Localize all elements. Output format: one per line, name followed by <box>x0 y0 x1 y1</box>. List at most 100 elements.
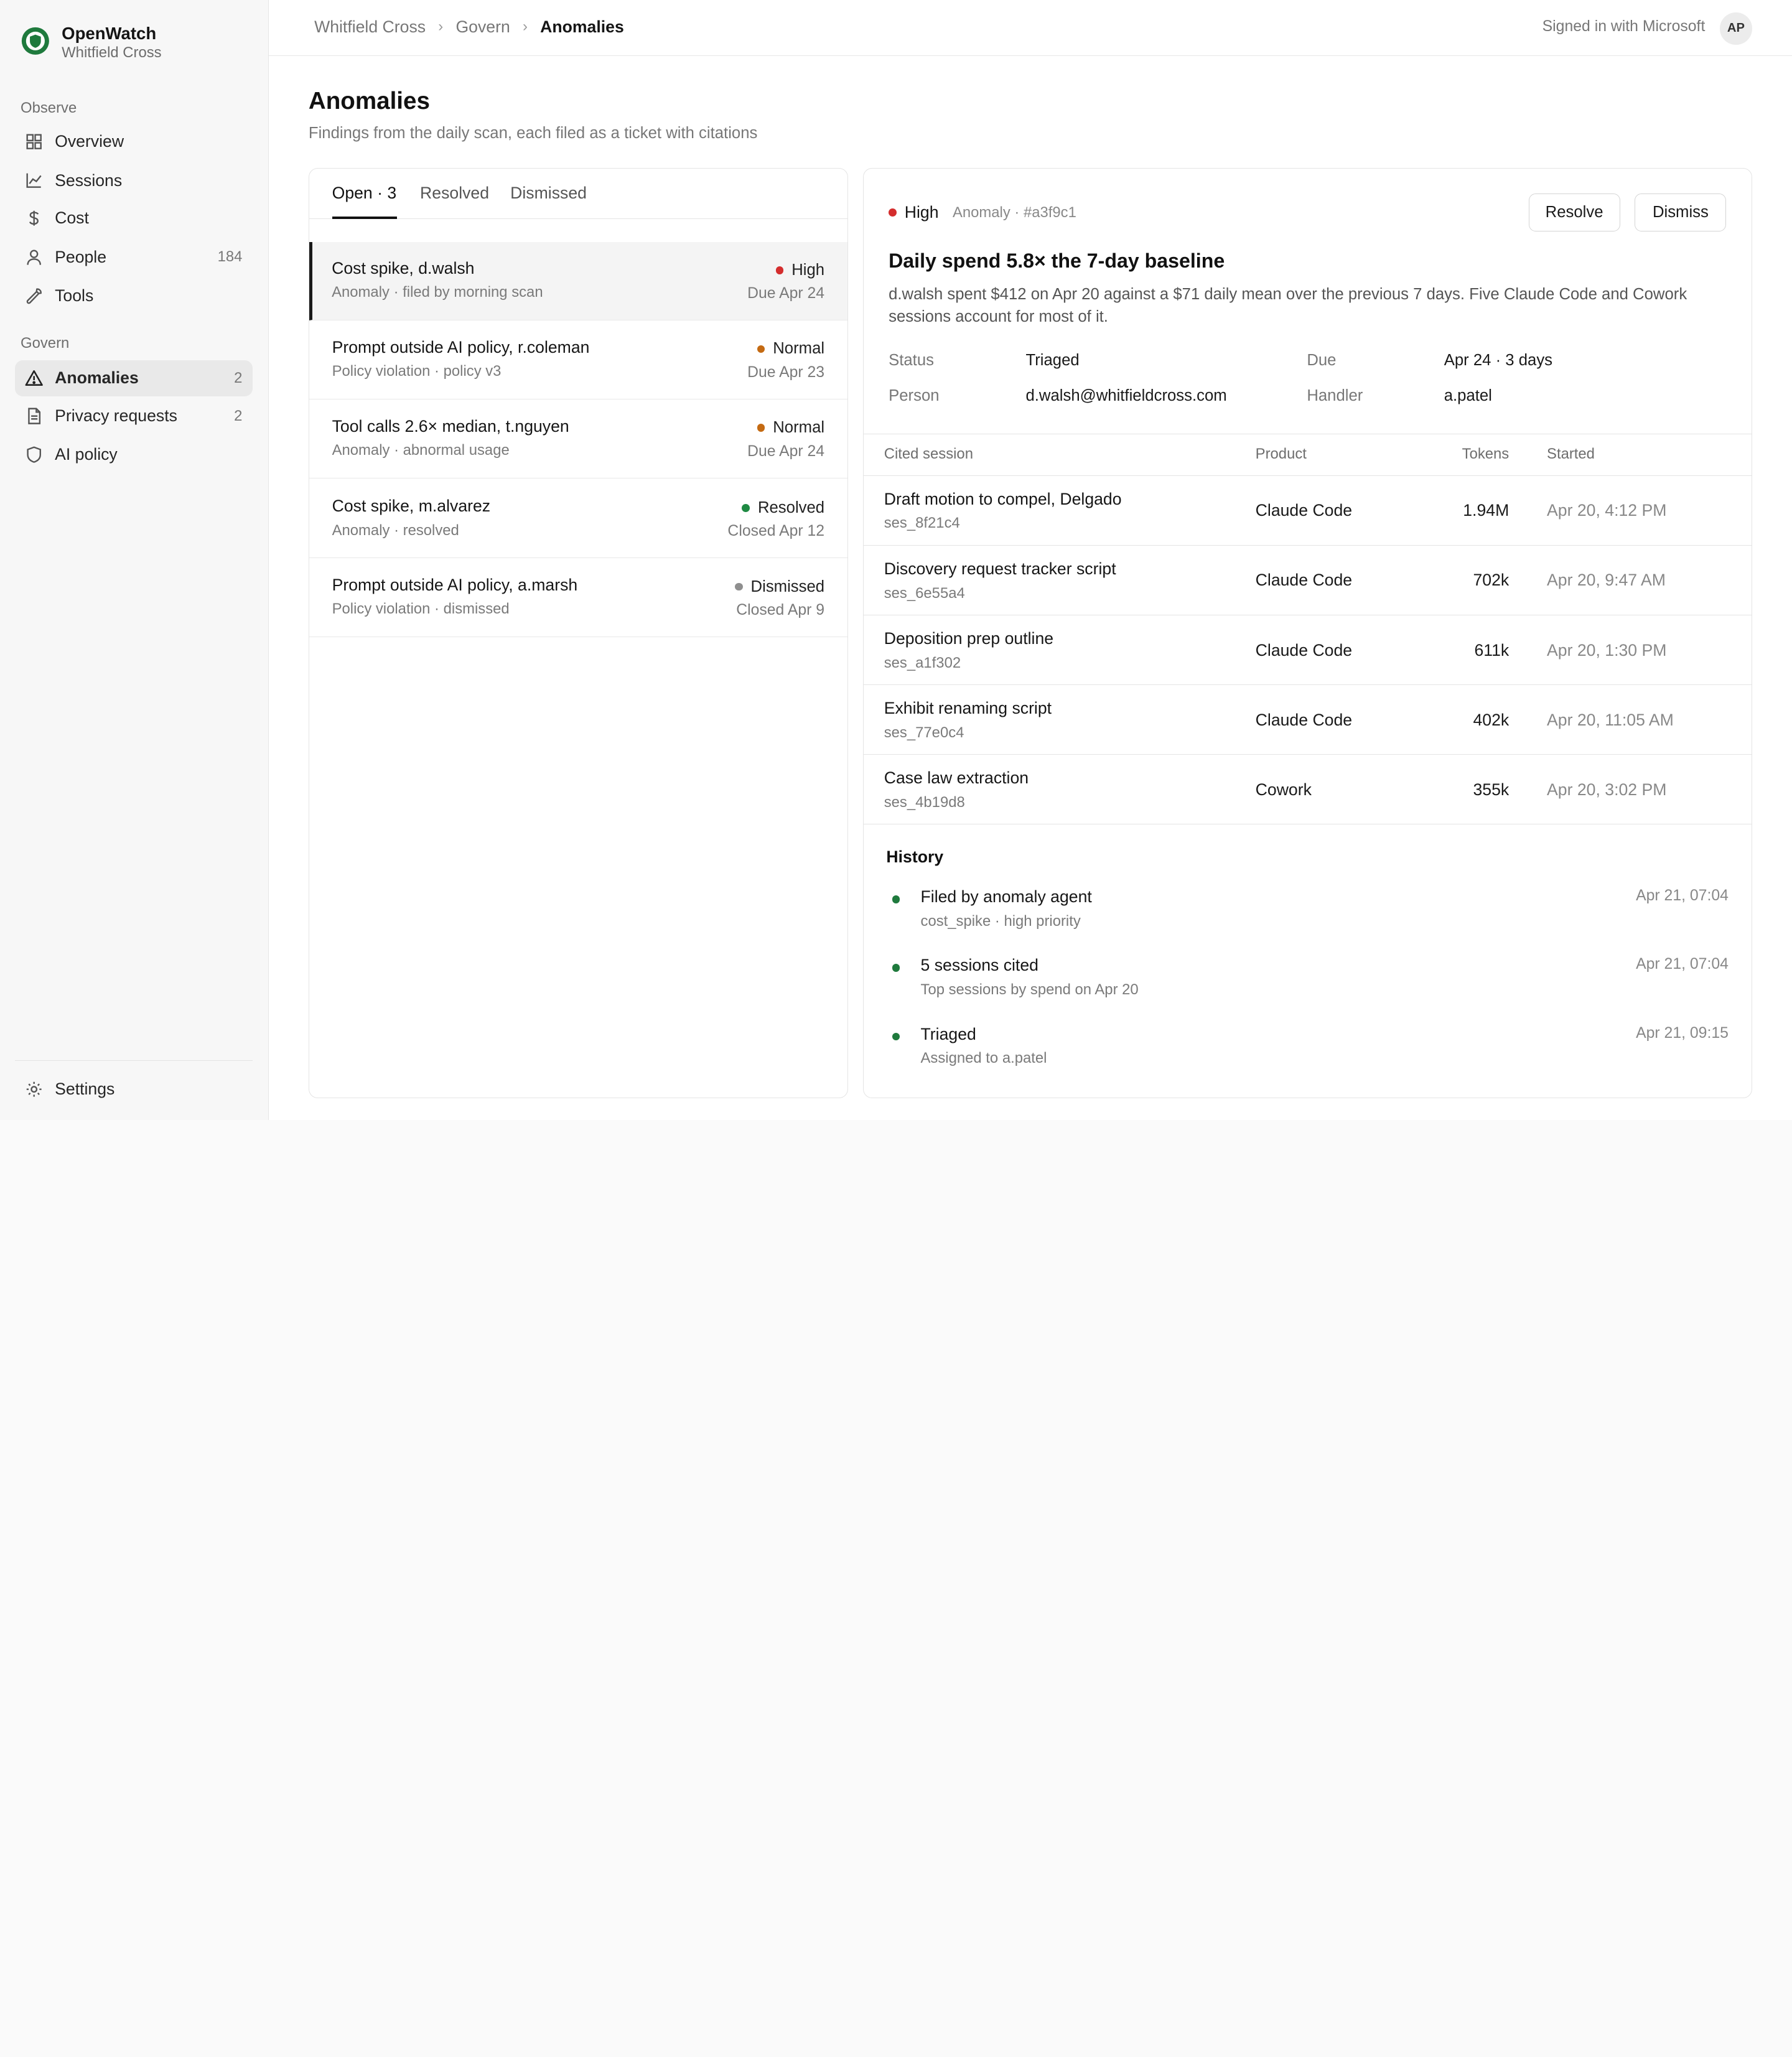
session-started: Apr 20, 1:30 PM <box>1547 640 1667 660</box>
sidebar-item-cost[interactable]: Cost <box>15 200 253 236</box>
session-started: Apr 20, 9:47 AM <box>1547 571 1666 590</box>
page-subtitle: Findings from the daily scan, each filed… <box>308 124 758 142</box>
status-dot-icon <box>775 266 784 274</box>
person-value: d.walsh@whitfieldcross.com <box>1025 386 1227 404</box>
session-product: Claude Code <box>1255 640 1353 660</box>
resolve-button[interactable]: Resolve <box>1528 194 1620 231</box>
session-title: Case law extraction <box>884 768 1029 788</box>
session-title: Exhibit renaming script <box>884 699 1052 718</box>
session-title: Discovery request tracker script <box>884 559 1116 579</box>
ticket-status-label: High <box>791 261 825 279</box>
ticket-row[interactable]: Cost spike, d.walsh Anomaly · filed by m… <box>309 241 847 321</box>
session-started: Apr 20, 3:02 PM <box>1547 780 1667 799</box>
chevron-right-icon: › <box>438 18 444 35</box>
session-id: ses_a1f302 <box>884 654 961 671</box>
wrench-icon <box>25 287 43 305</box>
history-title: History <box>886 847 944 866</box>
session-tokens: 402k <box>1473 710 1510 729</box>
status-label: Status <box>889 351 934 369</box>
ticket-status-label: Normal <box>773 419 825 437</box>
sidebar-item-privacy-requests[interactable]: Privacy requests 2 <box>15 398 253 434</box>
history-item-title: Triaged <box>920 1024 976 1043</box>
sidebar-item-overview[interactable]: Overview <box>15 123 253 160</box>
history-dot-icon <box>892 1032 900 1041</box>
history-dot-icon <box>892 964 900 973</box>
ticket-status: Normal <box>757 340 824 358</box>
session-id: ses_8f21c4 <box>884 515 960 532</box>
ticket-row[interactable]: Prompt outside AI policy, a.marsh Policy… <box>309 558 847 637</box>
ticket-row[interactable]: Tool calls 2.6× median, t.nguyen Anomaly… <box>309 399 847 478</box>
shield-icon <box>25 445 43 464</box>
tab-dismissed[interactable]: Dismissed <box>510 184 587 203</box>
ticket-id: Anomaly · #a3f9c1 <box>952 203 1076 221</box>
chevron-right-icon: › <box>522 18 528 35</box>
table-row[interactable]: Deposition prep outline ses_a1f302 Claud… <box>863 615 1752 686</box>
anomalies-count: 2 <box>234 369 243 386</box>
sidebar-item-label: People <box>55 247 107 266</box>
ticket-row[interactable]: Prompt outside AI policy, r.coleman Poli… <box>309 320 847 399</box>
status-value: Triaged <box>1025 351 1080 369</box>
ticket-list-panel: Open · 3 Resolved Dismissed Cost spike, … <box>308 167 848 1099</box>
sidebar-item-ai-policy[interactable]: AI policy <box>15 437 253 473</box>
sidebar-item-settings[interactable]: Settings <box>15 1071 253 1108</box>
brand-org: Whitfield Cross <box>62 44 162 61</box>
main-content: Anomalies Findings from the daily scan, … <box>268 55 1792 1120</box>
history-item: Triaged Assigned to a.patel Apr 21, 09:1… <box>864 1025 1752 1082</box>
due-value: Apr 24 · 3 days <box>1444 351 1553 369</box>
sidebar-item-label: Privacy requests <box>55 406 177 426</box>
dismiss-button[interactable]: Dismiss <box>1635 194 1727 231</box>
detail-description: d.walsh spent $412 on Apr 20 against a $… <box>889 285 1687 326</box>
sidebar-item-people[interactable]: People 184 <box>15 239 253 276</box>
history-item-sub: Top sessions by spend on Apr 20 <box>920 981 1139 998</box>
sidebar-item-tools[interactable]: Tools <box>15 278 253 314</box>
history-item-title: Filed by anomaly agent <box>920 887 1092 907</box>
severity-label: High <box>904 203 939 222</box>
warning-icon <box>25 369 44 387</box>
col-product: Product <box>1255 445 1307 463</box>
breadcrumb-govern[interactable]: Govern <box>455 17 510 37</box>
ticket-due: Due Apr 24 <box>747 442 825 460</box>
due-label: Due <box>1307 351 1337 369</box>
ticket-detail-panel: High Anomaly · #a3f9c1 Resolve Dismiss D… <box>862 167 1752 1099</box>
table-row[interactable]: Discovery request tracker script ses_6e5… <box>863 546 1752 616</box>
table-row[interactable]: Exhibit renaming script ses_77e0c4 Claud… <box>863 685 1752 755</box>
history-item-sub: cost_spike · high priority <box>920 912 1081 930</box>
session-tokens: 355k <box>1473 780 1510 799</box>
status-dot-icon <box>757 345 765 353</box>
people-count: 184 <box>217 248 243 266</box>
session-tokens: 702k <box>1473 571 1510 590</box>
session-id: ses_77e0c4 <box>884 724 964 741</box>
handler-label: Handler <box>1307 386 1363 404</box>
history-item-time: Apr 21, 09:15 <box>1636 1024 1729 1042</box>
sidebar-divider <box>14 1060 253 1061</box>
status-dot-icon <box>757 424 765 432</box>
ticket-meta: Anomaly · resolved <box>332 521 459 539</box>
ticket-status: High <box>775 261 825 279</box>
avatar[interactable]: AP <box>1720 12 1752 45</box>
session-title: Draft motion to compel, Delgado <box>884 490 1122 509</box>
history-item-sub: Assigned to a.patel <box>920 1050 1047 1067</box>
sidebar: OpenWatch Whitfield Cross Observe Overvi… <box>0 0 269 1120</box>
session-started: Apr 20, 11:05 AM <box>1547 710 1674 729</box>
tab-open[interactable]: Open · 3 <box>332 184 397 203</box>
sidebar-item-sessions[interactable]: Sessions <box>15 162 253 199</box>
history-item: Filed by anomaly agent cost_spike · high… <box>864 887 1752 945</box>
table-row[interactable]: Case law extraction ses_4b19d8 Cowork 35… <box>863 755 1752 825</box>
document-icon <box>25 407 43 425</box>
brand[interactable]: OpenWatch Whitfield Cross <box>21 23 162 62</box>
ticket-due: Closed Apr 12 <box>727 523 825 540</box>
ticket-status-label: Dismissed <box>750 577 825 595</box>
table-row[interactable]: Draft motion to compel, Delgado ses_8f21… <box>863 476 1752 546</box>
dollar-icon <box>25 209 43 227</box>
sidebar-item-label: Cost <box>55 208 89 228</box>
tab-resolved[interactable]: Resolved <box>420 184 489 203</box>
status-dot-icon <box>734 582 743 591</box>
sidebar-item-label: Anomalies <box>55 368 139 388</box>
gear-icon <box>25 1080 43 1098</box>
history-item-time: Apr 21, 07:04 <box>1636 956 1729 973</box>
page-title: Anomalies <box>308 88 430 115</box>
sidebar-item-anomalies[interactable]: Anomalies 2 <box>14 360 253 397</box>
ticket-row[interactable]: Cost spike, m.alvarez Anomaly · resolved… <box>309 480 847 559</box>
breadcrumb-org[interactable]: Whitfield Cross <box>314 17 426 37</box>
status-dot-icon <box>742 503 750 512</box>
